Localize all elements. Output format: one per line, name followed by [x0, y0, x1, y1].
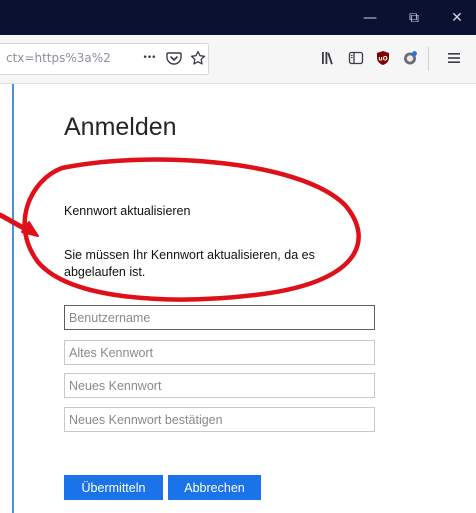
toolbar-separator: [428, 47, 429, 71]
section-subtitle: Kennwort aktualisieren: [64, 204, 191, 218]
menu-button[interactable]: [442, 46, 466, 70]
ublock-icon: uO: [377, 51, 389, 65]
library-icon: [322, 52, 333, 65]
pocket-button[interactable]: [162, 46, 186, 70]
extension-button[interactable]: [398, 46, 422, 70]
page-actions-button[interactable]: •••: [137, 45, 161, 71]
browser-toolbar: ctx=https%3a%2 ••• uO: [0, 35, 476, 84]
restore-button[interactable]: ⧉: [394, 0, 434, 35]
url-text: ctx=https%3a%2: [6, 51, 111, 65]
page-title: Anmelden: [64, 113, 177, 141]
menu-icon: [448, 53, 460, 63]
page-left-border: [12, 84, 14, 513]
annotation-arrowhead: [21, 221, 39, 237]
sidebar-icon: [348, 51, 364, 65]
minimize-button[interactable]: —: [350, 0, 390, 35]
sidebar-button[interactable]: [344, 46, 368, 70]
username-field[interactable]: [64, 305, 375, 330]
annotation-arrow-shaft: [0, 212, 37, 236]
cancel-button[interactable]: Abbrechen: [168, 475, 261, 500]
ublock-button[interactable]: uO: [371, 46, 395, 70]
confirm-password-field[interactable]: [64, 407, 375, 432]
extension-icon: [404, 51, 417, 65]
window-titlebar: — ⧉ ✕: [0, 0, 476, 35]
library-button[interactable]: [316, 46, 340, 70]
close-window-button[interactable]: ✕: [437, 0, 476, 35]
pocket-icon: [166, 52, 182, 65]
submit-button[interactable]: Übermitteln: [64, 475, 163, 500]
old-password-field[interactable]: [64, 340, 375, 365]
svg-text:uO: uO: [378, 56, 387, 63]
bookmark-star-icon: [190, 50, 206, 65]
password-expired-message: Sie müssen Ihr Kennwort aktualisieren, d…: [64, 248, 315, 279]
more-icon: •••: [142, 53, 157, 63]
new-password-field[interactable]: [64, 373, 375, 398]
bookmark-star-button[interactable]: [186, 46, 210, 70]
